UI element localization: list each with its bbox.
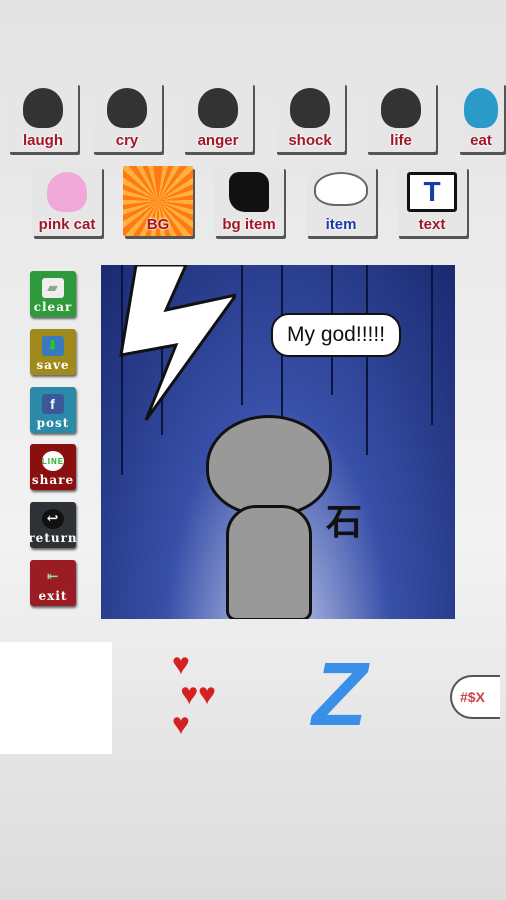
save-button[interactable]: ⬇ save bbox=[30, 329, 76, 375]
facebook-icon: f bbox=[42, 394, 64, 414]
category-bg-item[interactable]: bg item bbox=[214, 166, 284, 236]
line-icon: LINE bbox=[42, 451, 64, 471]
category-cry[interactable]: cry bbox=[92, 82, 162, 152]
eraser-icon: ▰ bbox=[42, 278, 64, 298]
category-eat[interactable]: eat bbox=[458, 82, 504, 152]
stone-cat-body bbox=[226, 505, 312, 619]
pink-cat-icon bbox=[47, 172, 87, 212]
post-button[interactable]: f post bbox=[30, 387, 76, 433]
stone-cat-head bbox=[206, 415, 332, 516]
cat-life-icon bbox=[381, 88, 421, 128]
exit-door-icon: ⇤ bbox=[46, 569, 60, 585]
category-pink-cat[interactable]: pink cat bbox=[32, 166, 102, 236]
black-cat-icon bbox=[23, 88, 63, 128]
lightning-icon bbox=[119, 265, 236, 421]
blank-item[interactable] bbox=[0, 642, 112, 754]
category-life[interactable]: life bbox=[366, 82, 436, 152]
category-laugh[interactable]: laugh bbox=[8, 82, 78, 152]
shocked-cat-icon bbox=[290, 88, 330, 128]
cat-eat-icon bbox=[464, 88, 498, 128]
exit-button[interactable]: ⇤ exit bbox=[30, 560, 76, 606]
comic-canvas[interactable]: My god!!!!! 石 bbox=[101, 265, 455, 619]
angry-cat-icon bbox=[198, 88, 238, 128]
share-button[interactable]: LINE share bbox=[30, 444, 76, 490]
speech-bubble[interactable]: My god!!!!! bbox=[271, 313, 402, 357]
bubble-symbols: #$X bbox=[460, 689, 485, 705]
text-t-icon: T bbox=[407, 172, 457, 212]
category-item[interactable]: item bbox=[306, 166, 376, 236]
return-arrow-icon: ↩ bbox=[42, 509, 64, 529]
rain-line bbox=[366, 265, 368, 455]
speech-bubble-icon bbox=[314, 172, 368, 206]
crying-cat-icon bbox=[107, 88, 147, 128]
category-bg[interactable]: BG bbox=[123, 166, 193, 236]
crow-icon bbox=[229, 172, 269, 212]
category-text[interactable]: Ttext bbox=[397, 166, 467, 236]
return-button[interactable]: ↩ return bbox=[28, 502, 77, 548]
rain-line bbox=[241, 265, 243, 405]
clear-button[interactable]: ▰ clear bbox=[30, 271, 76, 317]
category-anger[interactable]: anger bbox=[183, 82, 253, 152]
hearts-item[interactable]: ♥ ♥♥ ♥ bbox=[172, 650, 216, 740]
stone-kanji: 石 bbox=[326, 501, 363, 542]
category-shock[interactable]: shock bbox=[275, 82, 345, 152]
speech-text: My god!!!!! bbox=[287, 323, 386, 346]
floppy-disk-icon: ⬇ bbox=[42, 336, 64, 356]
speech-bubble-item[interactable]: #$X bbox=[450, 675, 500, 719]
rain-line bbox=[431, 265, 433, 425]
z-letter-item[interactable]: Z bbox=[312, 650, 367, 740]
